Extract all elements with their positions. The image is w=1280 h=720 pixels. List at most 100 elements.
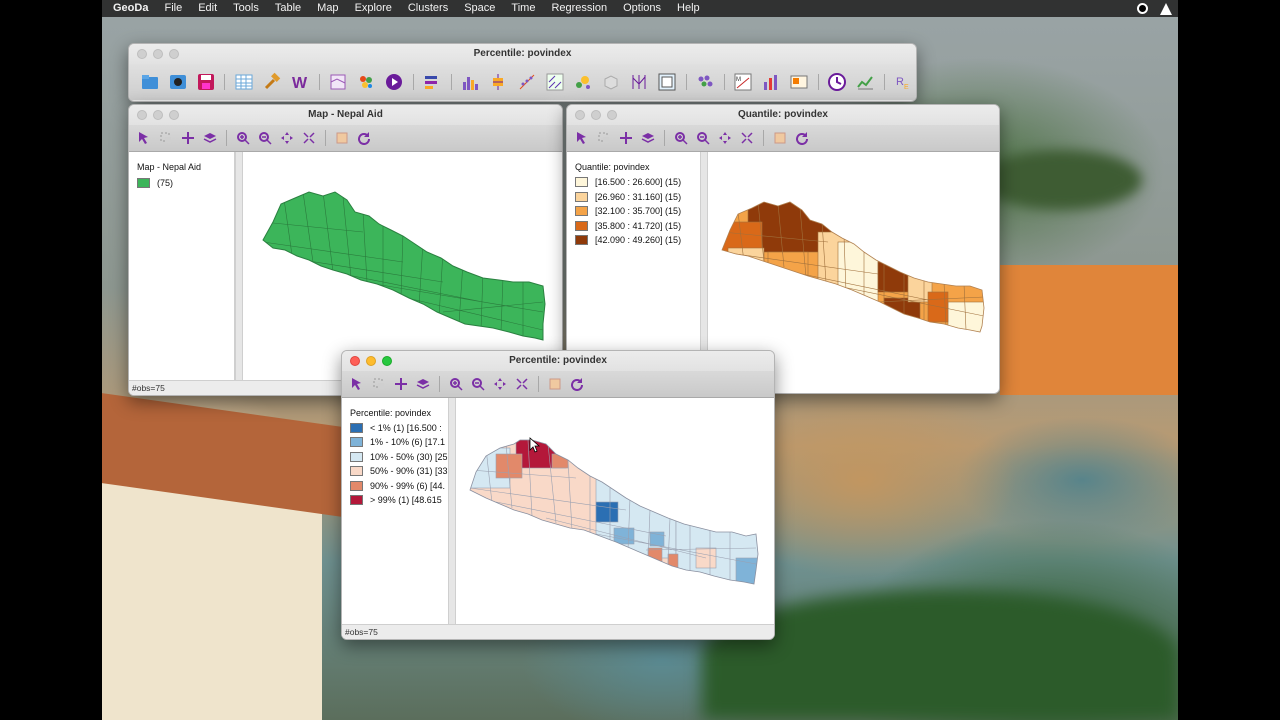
map-icon[interactable]: [326, 69, 351, 95]
legend-item[interactable]: 10% - 50% (30) [25: [350, 452, 448, 462]
animation-play-icon[interactable]: [382, 69, 407, 95]
legend-item[interactable]: [35.800 : 41.720] (15): [575, 221, 681, 231]
minimize-button[interactable]: [153, 110, 163, 120]
vlc-cone-icon[interactable]: [1160, 2, 1172, 15]
zoom-in-icon[interactable]: [234, 129, 252, 147]
legend-item[interactable]: (75): [137, 178, 173, 188]
layers-icon[interactable]: [201, 129, 219, 147]
menu-explore[interactable]: Explore: [347, 0, 400, 17]
refresh-icon[interactable]: [568, 375, 586, 393]
local-g-icon[interactable]: [787, 69, 812, 95]
zoom-button[interactable]: [382, 356, 392, 366]
minimize-button[interactable]: [153, 49, 163, 59]
add-icon[interactable]: [392, 375, 410, 393]
legend-item[interactable]: 50% - 90% (31) [33: [350, 466, 448, 476]
legend-splitter[interactable]: [448, 398, 456, 639]
select-mode-icon[interactable]: [157, 129, 175, 147]
select-pointer-icon[interactable]: [348, 375, 366, 393]
scatter-matrix-icon[interactable]: [542, 69, 567, 95]
averages-chart-icon[interactable]: [853, 69, 878, 95]
legend-item[interactable]: 90% - 99% (6) [44.: [350, 481, 445, 491]
conditional-plot-icon[interactable]: [654, 69, 679, 95]
3d-plot-icon[interactable]: [598, 69, 623, 95]
fit-extent-icon[interactable]: [300, 129, 318, 147]
zoom-out-icon[interactable]: [469, 375, 487, 393]
scatter-plot-icon[interactable]: [514, 69, 539, 95]
menu-help[interactable]: Help: [669, 0, 708, 17]
minimize-button[interactable]: [366, 356, 376, 366]
pan-icon[interactable]: [491, 375, 509, 393]
cartogram-icon[interactable]: [354, 69, 379, 95]
basemap-icon[interactable]: [771, 129, 789, 147]
close-button[interactable]: [575, 110, 585, 120]
menu-clusters[interactable]: Clusters: [400, 0, 456, 17]
legend-item[interactable]: [32.100 : 35.700] (15): [575, 206, 681, 216]
legend-item[interactable]: [16.500 : 26.600] (15): [575, 177, 681, 187]
histogram-icon[interactable]: [458, 69, 483, 95]
lisa-icon[interactable]: [759, 69, 784, 95]
nepal-map-canvas[interactable]: [243, 152, 561, 380]
refresh-icon[interactable]: [793, 129, 811, 147]
layers-icon[interactable]: [414, 375, 432, 393]
save-icon[interactable]: [193, 69, 218, 95]
category-editor-icon[interactable]: [420, 69, 445, 95]
menu-file[interactable]: File: [156, 0, 190, 17]
parallel-coordinate-icon[interactable]: [626, 69, 651, 95]
basemap-icon[interactable]: [333, 129, 351, 147]
close-project-icon[interactable]: [165, 69, 190, 95]
legend-item[interactable]: [26.960 : 31.160] (15): [575, 192, 681, 202]
legend-item[interactable]: < 1% (1) [16.500 :: [350, 423, 442, 433]
zoom-out-icon[interactable]: [694, 129, 712, 147]
select-mode-icon[interactable]: [370, 375, 388, 393]
fit-extent-icon[interactable]: [513, 375, 531, 393]
menu-map[interactable]: Map: [309, 0, 346, 17]
pan-icon[interactable]: [716, 129, 734, 147]
basemap-icon[interactable]: [546, 375, 564, 393]
zoom-button[interactable]: [169, 110, 179, 120]
tools-hammer-icon[interactable]: [259, 69, 284, 95]
table-icon[interactable]: [231, 69, 256, 95]
zoom-in-icon[interactable]: [672, 129, 690, 147]
zoom-button[interactable]: [607, 110, 617, 120]
add-icon[interactable]: [617, 129, 635, 147]
zoom-in-icon[interactable]: [447, 375, 465, 393]
select-pointer-icon[interactable]: [135, 129, 153, 147]
app-menu[interactable]: GeoDa: [102, 0, 156, 17]
menu-table[interactable]: Table: [267, 0, 309, 17]
select-mode-icon[interactable]: [595, 129, 613, 147]
minimize-button[interactable]: [591, 110, 601, 120]
percentile-map-canvas[interactable]: [456, 398, 773, 624]
menu-options[interactable]: Options: [615, 0, 669, 17]
moran-scatter-icon[interactable]: M: [731, 69, 756, 95]
zoom-button[interactable]: [169, 49, 179, 59]
fit-extent-icon[interactable]: [738, 129, 756, 147]
zoom-out-icon[interactable]: [256, 129, 274, 147]
legend-item[interactable]: 1% - 10% (6) [17.1: [350, 437, 445, 447]
pan-icon[interactable]: [278, 129, 296, 147]
refresh-icon[interactable]: [355, 129, 373, 147]
menu-edit[interactable]: Edit: [190, 0, 225, 17]
time-editor-icon[interactable]: [825, 69, 850, 95]
box-plot-icon[interactable]: [486, 69, 511, 95]
menu-space[interactable]: Space: [456, 0, 503, 17]
layers-icon[interactable]: [639, 129, 657, 147]
menu-time[interactable]: Time: [503, 0, 543, 17]
close-button[interactable]: [137, 110, 147, 120]
open-project-icon[interactable]: [137, 69, 162, 95]
menu-tools[interactable]: Tools: [225, 0, 267, 17]
add-icon[interactable]: [179, 129, 197, 147]
bubble-chart-icon[interactable]: [570, 69, 595, 95]
legend-splitter[interactable]: [235, 152, 243, 395]
toolbar-separator: [325, 130, 326, 146]
cluster-icon[interactable]: [693, 69, 718, 95]
legend-item[interactable]: [42.090 : 49.260] (15): [575, 235, 681, 245]
close-button[interactable]: [137, 49, 147, 59]
menu-regression[interactable]: Regression: [543, 0, 615, 17]
record-icon[interactable]: [1137, 3, 1148, 14]
regression-icon[interactable]: RE: [891, 69, 916, 95]
select-pointer-icon[interactable]: [573, 129, 591, 147]
close-button[interactable]: [350, 356, 360, 366]
weights-icon[interactable]: W: [287, 69, 312, 95]
legend-item[interactable]: > 99% (1) [48.615: [350, 495, 442, 505]
background-house-right: [1000, 265, 1178, 395]
